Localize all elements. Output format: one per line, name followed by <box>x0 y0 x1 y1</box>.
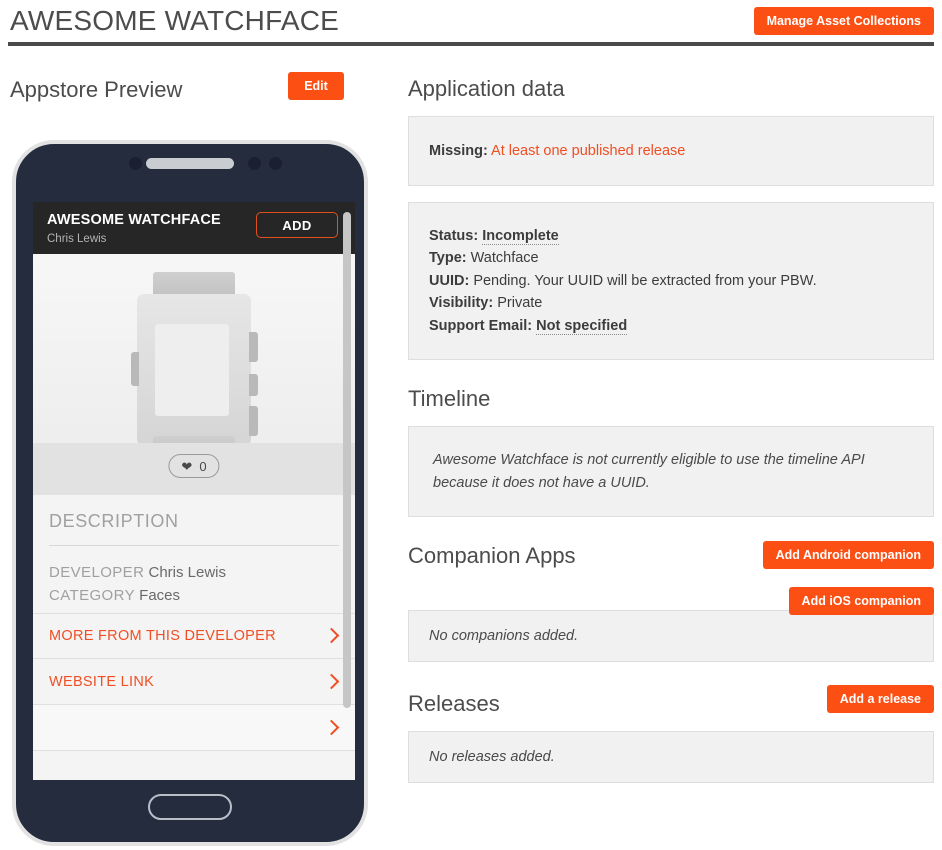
like-button[interactable]: ❤ 0 <box>168 454 220 478</box>
add-a-release-button[interactable]: Add a release <box>826 685 934 714</box>
app-description-pane: DESCRIPTION DEVELOPER Chris Lewis CATEGO… <box>33 495 355 780</box>
fact-value-type: Watchface <box>470 250 539 267</box>
phone-mockup: AWESOME WATCHFACE Chris Lewis ADD ❤ 0 DE… <box>12 140 368 846</box>
link-label-website: WEBSITE LINK <box>49 673 155 690</box>
companions-empty-box: No companions added. <box>408 610 934 663</box>
application-data-heading: Application data <box>408 76 565 101</box>
phone-sensor-icon <box>248 157 261 170</box>
missing-requirements-box: Missing: At least one published release <box>408 116 934 186</box>
link-row-more-from-developer[interactable]: MORE FROM THIS DEVELOPER <box>33 613 355 659</box>
title-divider <box>8 42 934 46</box>
meta-value-developer: Chris Lewis <box>148 564 227 581</box>
chevron-right-icon <box>323 719 340 735</box>
phone-led-icon <box>269 157 282 170</box>
fact-label-uuid: UUID: <box>429 272 470 289</box>
watch-face-screen <box>155 324 229 416</box>
fact-label-visibility: Visibility: <box>429 295 494 312</box>
manage-asset-collections-button[interactable]: Manage Asset Collections <box>753 7 934 35</box>
meta-key-developer: DEVELOPER <box>49 564 145 581</box>
meta-row-category: CATEGORY Faces <box>49 587 180 604</box>
add-ios-companion-button[interactable]: Add iOS companion <box>788 587 934 616</box>
watch-button-down <box>249 406 258 436</box>
appstore-preview-column: Appstore Preview Edit AWESOME WATCHFACE … <box>0 60 392 846</box>
watch-button-up <box>249 332 258 362</box>
timeline-section: Timeline Awesome Watchface is not curren… <box>400 386 942 518</box>
app-listing-author: Chris Lewis <box>47 233 107 245</box>
timeline-heading: Timeline <box>408 386 491 412</box>
watch-button-left <box>131 352 139 386</box>
companion-apps-section: Companion Apps Add Android companion Add… <box>400 541 942 665</box>
phone-screen-scrollbar[interactable] <box>343 212 351 708</box>
app-listing-title: AWESOME WATCHFACE <box>47 212 221 228</box>
companions-empty-message: No companions added. <box>429 628 579 645</box>
like-strip: ❤ 0 <box>33 443 355 495</box>
like-count: 0 <box>199 458 207 474</box>
watch-body <box>131 294 258 446</box>
fact-value-visibility: Private <box>497 295 543 312</box>
app-listing-header: AWESOME WATCHFACE Chris Lewis ADD <box>33 202 355 254</box>
link-row-website[interactable]: WEBSITE LINK <box>33 659 355 705</box>
fact-row-status: Status: Incomplete <box>429 225 913 247</box>
appstore-preview-heading: Appstore Preview <box>10 77 183 102</box>
edit-button[interactable]: Edit <box>288 72 344 100</box>
add-app-button[interactable]: ADD <box>256 212 338 238</box>
fact-label-status: Status: <box>429 228 479 244</box>
link-row-partial[interactable] <box>33 705 355 751</box>
watch-button-select <box>249 374 258 396</box>
app-page: AWESOME WATCHFACE Manage Asset Collectio… <box>0 0 942 850</box>
missing-value: At least one published release <box>491 142 686 159</box>
phone-screen: AWESOME WATCHFACE Chris Lewis ADD ❤ 0 DE… <box>33 202 355 780</box>
watch-preview-area: ❤ 0 <box>33 254 355 495</box>
fact-label-type: Type: <box>429 250 467 267</box>
phone-home-button[interactable] <box>148 794 232 820</box>
link-label-more-from-developer: MORE FROM THIS DEVELOPER <box>49 628 276 644</box>
missing-label: Missing: <box>429 142 488 159</box>
meta-key-category: CATEGORY <box>49 587 135 604</box>
description-heading: DESCRIPTION <box>49 511 179 531</box>
meta-value-category: Faces <box>139 587 181 604</box>
preview-section-header: Appstore Preview Edit <box>0 60 392 102</box>
fact-row-uuid: UUID: Pending. Your UUID will be extract… <box>429 270 913 292</box>
top-bar: AWESOME WATCHFACE Manage Asset Collectio… <box>0 0 942 46</box>
meta-row-developer: DEVELOPER Chris Lewis <box>49 564 226 581</box>
fact-label-support-email: Support Email: <box>429 317 533 334</box>
timeline-message: Awesome Watchface is not currently eligi… <box>433 452 865 491</box>
releases-section: Releases Add a release No releases added… <box>400 685 942 784</box>
description-divider <box>49 545 339 546</box>
pebble-watch-icon <box>131 272 258 468</box>
heart-icon: ❤ <box>181 458 193 474</box>
fact-row-type: Type: Watchface <box>429 247 913 269</box>
chevron-right-icon <box>323 627 340 644</box>
releases-empty-box: No releases added. <box>408 731 934 784</box>
page-title: AWESOME WATCHFACE <box>10 5 340 36</box>
application-data-section: Application data Missing: At least one p… <box>400 76 942 361</box>
timeline-message-box: Awesome Watchface is not currently eligi… <box>408 426 934 518</box>
fact-row-visibility: Visibility: Private <box>429 292 913 314</box>
phone-speaker-icon <box>146 158 234 169</box>
details-column: Application data Missing: At least one p… <box>400 60 942 784</box>
fact-value-status[interactable]: Incomplete <box>482 228 559 245</box>
add-android-companion-button[interactable]: Add Android companion <box>762 541 934 570</box>
phone-camera-icon <box>129 157 142 170</box>
fact-value-support-email[interactable]: Not specified <box>536 317 628 335</box>
fact-row-support-email: Support Email: Not specified <box>429 315 913 337</box>
fact-value-uuid: Pending. Your UUID will be extracted fro… <box>473 272 817 289</box>
application-facts-box: Status: Incomplete Type: Watchface UUID:… <box>408 202 934 361</box>
releases-empty-message: No releases added. <box>429 749 555 766</box>
chevron-right-icon <box>323 673 340 689</box>
